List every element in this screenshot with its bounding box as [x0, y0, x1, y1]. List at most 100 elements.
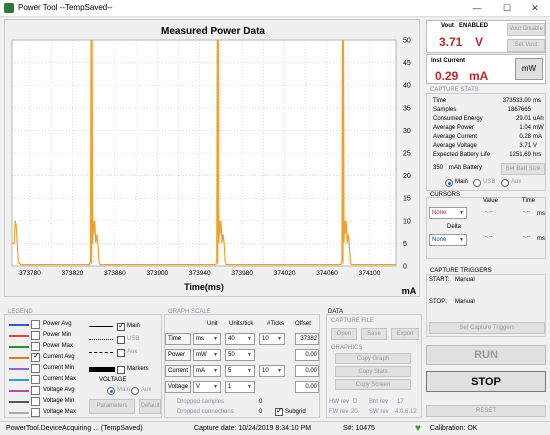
copy-screen-button[interactable]: Copy Screen — [335, 379, 411, 390]
bnt-rev-label: Bnt rev — [369, 399, 389, 405]
cursor-2-select-value: None — [432, 237, 447, 243]
channel-radio-aux[interactable] — [501, 179, 509, 187]
scale-unit-select[interactable]: mA ▼ — [193, 365, 221, 377]
run-button[interactable]: RUN — [426, 345, 546, 365]
scale-offset-input[interactable]: 0.00 — [295, 381, 319, 393]
scale-units-per-tick-select[interactable]: 1 ▼ — [225, 381, 255, 393]
scale-unit-select[interactable]: V ▼ — [193, 381, 221, 393]
x-tick-label: 373980 — [231, 270, 253, 277]
legend-label: Current Max — [43, 376, 77, 382]
export-button[interactable]: Export — [391, 328, 419, 340]
channel-radio-main[interactable] — [445, 179, 453, 187]
inst-current-value: 0.29 — [435, 69, 459, 83]
copy-graph-button[interactable]: Copy Graph — [335, 353, 411, 364]
copy-stats-button[interactable]: Copy Stats — [335, 366, 411, 377]
check-icon: ✓ — [118, 321, 125, 330]
y-axis-ticks: 0 5 10 15 20 25 30 35 40 45 50 — [403, 38, 411, 271]
scale-unit-value: V — [196, 384, 201, 390]
fw-rev-label: FW rev — [329, 409, 349, 415]
legend-checkbox[interactable] — [31, 331, 40, 340]
legend-checkbox[interactable] — [31, 375, 40, 384]
voltage-aux-label: Aux — [141, 387, 152, 393]
x-tick-label: 373820 — [62, 270, 84, 277]
cursor-1-select-value: None — [432, 210, 447, 216]
status-bar: PowerTool.DeviceAcquiring ... (TempSaved… — [0, 421, 550, 435]
col-offset-header: Offset — [295, 321, 311, 327]
x-tick-label: 373940 — [189, 270, 211, 277]
save-button[interactable]: Save — [361, 328, 387, 340]
cursor-1-select[interactable]: None ▼ — [429, 207, 467, 219]
scale-offset-input[interactable]: 0.00 — [295, 365, 319, 377]
stat-label: Average Voltage — [433, 143, 477, 149]
unit-toggle-button[interactable]: mW — [515, 58, 543, 80]
dropped-samples-value: 0 — [259, 399, 263, 405]
heart-icon: ♥ — [415, 423, 421, 434]
scale-unit-select[interactable]: ms ▼ — [193, 333, 221, 345]
scale-units-per-tick-select[interactable]: 5 ▼ — [225, 365, 255, 377]
open-button[interactable]: Open — [331, 328, 357, 340]
reset-button[interactable]: RESET — [426, 405, 546, 417]
trigger-start-value: Manual — [455, 277, 475, 283]
legend-checkbox[interactable] — [31, 397, 40, 406]
cursor-time-header: Time — [522, 198, 536, 204]
parameters-button[interactable]: Parameters — [89, 399, 135, 414]
stat-value: 0.28 — [519, 134, 531, 140]
minimize-button[interactable]: — — [462, 0, 492, 17]
legend-checkbox[interactable]: ✓ — [31, 351, 40, 362]
stat-label: Average Current — [433, 134, 477, 140]
y-axis-label: mA — [402, 286, 417, 296]
vout-box: Vout ENABLED 3.71 V Vout Disable Set Vou… — [426, 20, 546, 53]
chevron-down-icon: ▼ — [247, 336, 252, 342]
scale-units-per-tick-select[interactable]: 40 ▼ — [225, 333, 255, 345]
cursor-2-select[interactable]: None ▼ — [429, 234, 467, 246]
set-vout-button[interactable]: Set Vout — [507, 39, 545, 52]
vout-disable-button[interactable]: Vout Disable — [507, 23, 545, 36]
close-button[interactable]: ✕ — [520, 0, 550, 17]
stop-button[interactable]: STOP — [426, 371, 546, 392]
scale-row-label: Voltage — [165, 381, 191, 393]
legend-checkbox[interactable] — [31, 364, 40, 373]
legend-panel: Power Avg Power Min Power Max ✓ Current Avg C… — [4, 314, 162, 418]
legend-label: Current Avg — [43, 354, 75, 360]
scale-offset-input[interactable]: 0.00 — [295, 349, 319, 361]
power-chart[interactable]: Measured Power Data 0 5 10 15 20 25 30 35 40 45 50… — [5, 20, 421, 298]
scale-offset-input[interactable]: 37382 — [295, 333, 319, 345]
subgrid-checkbox[interactable]: ✓ — [275, 406, 283, 416]
markers-checkbox[interactable] — [117, 366, 125, 374]
scale-upt-value: 50 — [228, 352, 235, 358]
maximize-button[interactable]: ☐ — [492, 0, 522, 17]
x-tick-label: 374100 — [359, 270, 381, 277]
scale-ticks-value: 10 — [262, 368, 269, 374]
legend-color-line — [9, 335, 29, 337]
voltage-aux-radio[interactable] — [131, 387, 139, 395]
legend-color-line — [9, 401, 29, 403]
legend-checkbox[interactable] — [31, 386, 40, 395]
channel-radio-usb[interactable] — [473, 179, 481, 187]
right-panel: Vout ENABLED 3.71 V Vout Disable Set Vou… — [424, 19, 548, 420]
title-bar: Power Tool --TempSaved-- — ☐ ✕ — [0, 0, 550, 17]
scale-units-per-tick-select[interactable]: 50 ▼ — [225, 349, 255, 361]
scale-ticks-select[interactable]: 10 ▼ — [259, 333, 285, 345]
cursors-box: Value Time None ▼ -.-- -.-- ms Delta None… — [426, 197, 546, 259]
chevron-down-icon: ▼ — [247, 368, 252, 374]
legend-checkbox[interactable] — [31, 408, 40, 417]
stat-unit: V — [533, 143, 538, 149]
legend-color-line — [9, 390, 29, 392]
line-style-checkbox[interactable]: ✓ — [117, 321, 125, 331]
scale-unit-select[interactable]: mW ▼ — [193, 349, 221, 361]
legend-checkbox[interactable] — [31, 320, 40, 329]
col-units-per-tick-header: Units/tick — [229, 321, 254, 327]
line-style-checkbox[interactable] — [117, 349, 125, 357]
legend-checkbox[interactable] — [31, 342, 40, 351]
line-style-checkbox[interactable] — [117, 336, 125, 344]
set-batt-size-button[interactable]: Set Batt Size — [501, 163, 545, 175]
scale-upt-value: 40 — [228, 336, 235, 342]
default-button[interactable]: Default — [139, 399, 161, 414]
scale-ticks-select[interactable]: 10 ▼ — [259, 365, 285, 377]
stat-label: Expected Battery Life — [433, 152, 491, 158]
vout-value: 3.71 — [439, 35, 463, 49]
cursor-1-value: -.-- — [485, 209, 493, 215]
chevron-down-icon: ▼ — [213, 384, 218, 390]
voltage-main-radio[interactable] — [107, 387, 115, 395]
set-capture-triggers-button[interactable]: Set Capture Triggers — [429, 322, 545, 334]
